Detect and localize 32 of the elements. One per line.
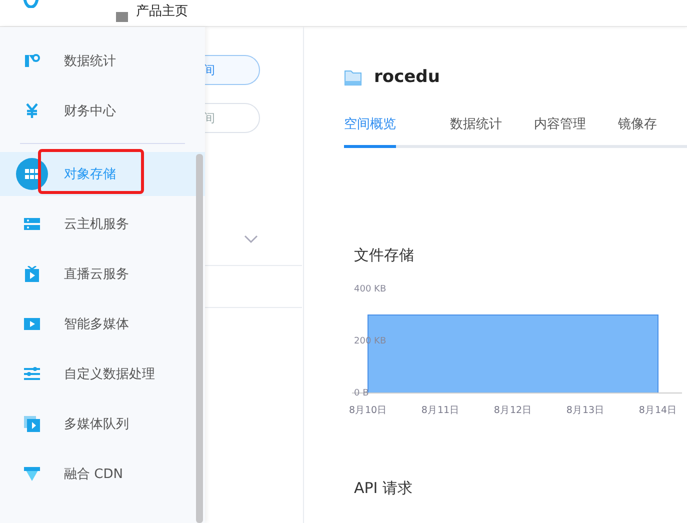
sidebar-item[interactable]: 自定义数据处理 [0, 349, 205, 399]
tab[interactable]: 镜像存 [602, 115, 673, 148]
sidebar-item[interactable]: 云主机服务 [0, 199, 205, 249]
film-play-icon [24, 316, 40, 332]
x-tick-label: 8月14日 [638, 405, 678, 416]
section-title: API 请求 [354, 479, 414, 498]
funnel-icon [24, 466, 40, 482]
sidebar-item[interactable]: 融合 CDN [0, 449, 205, 499]
chevron-down-icon[interactable] [244, 235, 258, 244]
chart-icon [24, 53, 40, 69]
sliders-icon [24, 366, 40, 382]
sidebar-item[interactable]: 多媒体队列 [0, 399, 205, 449]
y-tick-label: 400 KB [354, 284, 386, 294]
sidebar-item[interactable]: 直播云服务 [0, 249, 205, 299]
server-icon [24, 216, 40, 232]
tab[interactable]: 数据统计 [434, 115, 518, 148]
y-tick-label: 0 B [354, 388, 369, 398]
x-tick-label: 8月11日 [421, 405, 460, 416]
tab[interactable]: 内容管理 [518, 115, 602, 148]
yen-icon [24, 103, 40, 119]
grid-icon [16, 158, 48, 190]
x-tick-label: 8月10日 [348, 405, 388, 416]
x-tick-label: 8月13日 [566, 405, 605, 416]
folder-icon [344, 68, 362, 86]
sidebar-item[interactable]: 智能多媒体 [0, 299, 205, 349]
breadcrumb[interactable]: 产品主页 [136, 4, 188, 19]
scrollbar[interactable] [196, 154, 203, 523]
x-tick-label: 8月12日 [494, 405, 532, 416]
play-queue-icon [24, 416, 40, 432]
tv-play-icon [24, 266, 40, 282]
bucket-name: rocedu [374, 67, 440, 87]
section-title: 文件存储 [354, 246, 415, 265]
